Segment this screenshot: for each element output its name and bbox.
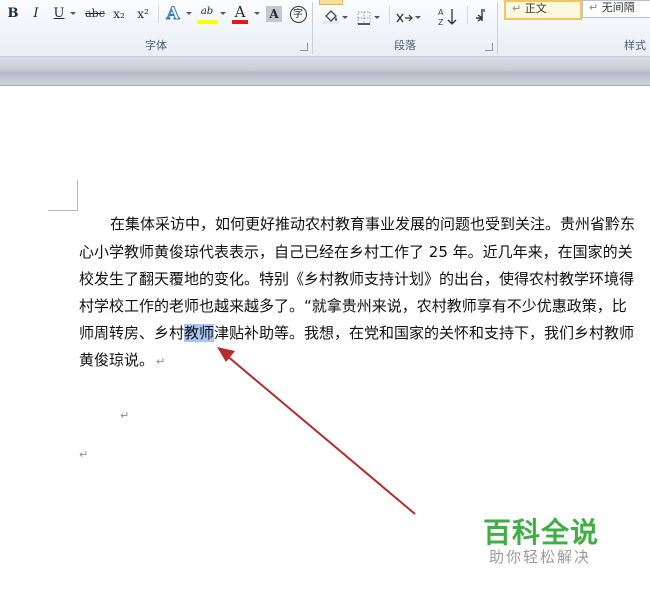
watermark-logo: 百科全说 — [483, 516, 600, 549]
watermark-subtitle: 助你轻松解决 — [489, 548, 592, 566]
annotation-arrow-icon — [217, 347, 416, 515]
